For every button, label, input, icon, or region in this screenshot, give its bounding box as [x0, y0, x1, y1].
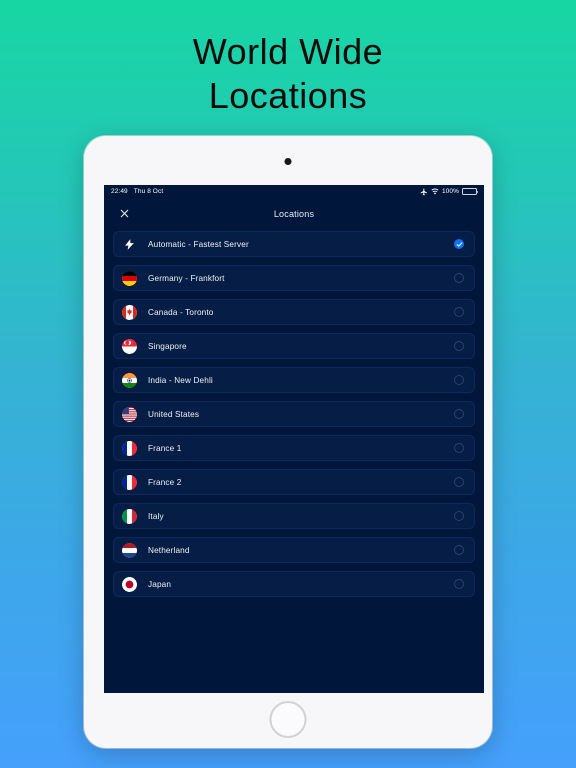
- location-label: Canada - Toronto: [148, 307, 214, 317]
- app-screen: 22:49 Thu 8 Oct 100% Locations Automatic…: [104, 185, 484, 693]
- page-title-line-2: Locations: [208, 75, 368, 116]
- location-label: Germany - Frankfort: [148, 273, 225, 283]
- location-label: Netherland: [148, 545, 190, 555]
- location-row[interactable]: Canada - Toronto: [113, 299, 475, 325]
- battery-icon: [462, 188, 479, 195]
- page-title-line-1: World Wide: [192, 31, 384, 72]
- location-label: India - New Dehli: [148, 375, 213, 385]
- navigation-bar: Locations: [104, 198, 484, 229]
- location-label: Italy: [148, 511, 164, 521]
- status-date: Thu 8 Oct: [133, 188, 164, 195]
- flag-france-icon: [122, 474, 137, 490]
- airplane-icon: [420, 188, 428, 196]
- location-row[interactable]: Singapore: [113, 333, 475, 359]
- location-label: United States: [148, 409, 200, 419]
- selected-check-icon[interactable]: [454, 239, 464, 249]
- location-label: Singapore: [148, 341, 187, 351]
- location-label: France 2: [148, 477, 182, 487]
- flag-germany-icon: [122, 270, 137, 286]
- location-row[interactable]: Netherland: [113, 537, 475, 563]
- flag-singapore-icon: [122, 338, 137, 354]
- location-row[interactable]: Italy: [113, 503, 475, 529]
- location-row[interactable]: Germany - Frankfort: [113, 265, 475, 291]
- status-bar-right: 100%: [420, 188, 479, 196]
- flag-usa-icon: [122, 406, 137, 422]
- radio-unselected-icon[interactable]: [454, 341, 464, 351]
- flag-italy-icon: [122, 508, 137, 524]
- status-bar: 22:49 Thu 8 Oct 100%: [104, 185, 484, 198]
- radio-unselected-icon[interactable]: [454, 511, 464, 521]
- flag-canada-icon: [122, 304, 137, 320]
- home-button[interactable]: [269, 701, 307, 738]
- radio-unselected-icon[interactable]: [454, 375, 464, 385]
- location-row[interactable]: France 2: [113, 469, 475, 495]
- location-row[interactable]: France 1: [113, 435, 475, 461]
- close-icon[interactable]: [115, 205, 133, 223]
- flag-japan-icon: [122, 576, 137, 592]
- flag-netherlands-icon: [122, 542, 137, 558]
- flag-india-icon: [122, 372, 137, 388]
- front-camera-icon: [284, 158, 292, 165]
- radio-unselected-icon[interactable]: [454, 545, 464, 555]
- flag-france-icon: [122, 440, 137, 456]
- radio-unselected-icon[interactable]: [454, 579, 464, 589]
- location-label: France 1: [148, 443, 182, 453]
- page-title: World Wide Locations: [0, 30, 576, 118]
- wifi-icon: [431, 188, 439, 196]
- tablet-device-frame: 22:49 Thu 8 Oct 100% Locations Automatic…: [84, 136, 492, 748]
- location-row[interactable]: Automatic - Fastest Server: [113, 231, 475, 257]
- location-label: Automatic - Fastest Server: [148, 239, 249, 249]
- radio-unselected-icon[interactable]: [454, 443, 464, 453]
- bolt-icon: [122, 237, 137, 252]
- radio-unselected-icon[interactable]: [454, 477, 464, 487]
- location-row[interactable]: India - New Dehli: [113, 367, 475, 393]
- status-time: 22:49: [111, 188, 128, 195]
- nav-title: Locations: [273, 208, 315, 219]
- radio-unselected-icon[interactable]: [454, 409, 464, 419]
- locations-list: Automatic - Fastest Server Germany - Fran…: [104, 229, 484, 597]
- status-bar-left: 22:49 Thu 8 Oct: [111, 188, 163, 195]
- battery-percent-label: 100%: [441, 188, 459, 195]
- location-label: Japan: [148, 579, 172, 589]
- location-row[interactable]: United States: [113, 401, 475, 427]
- location-row[interactable]: Japan: [113, 571, 475, 597]
- radio-unselected-icon[interactable]: [454, 273, 464, 283]
- radio-unselected-icon[interactable]: [454, 307, 464, 317]
